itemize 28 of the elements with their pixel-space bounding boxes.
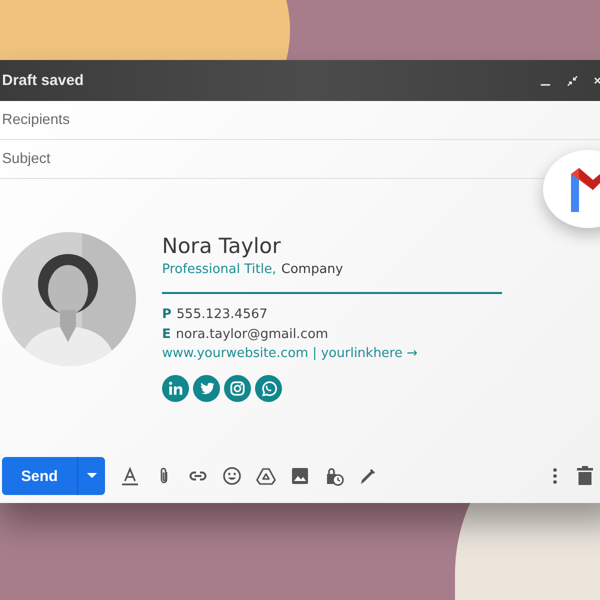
contact-value: nora.taylor@gmail.com (176, 326, 328, 344)
text-format-icon[interactable] (120, 466, 140, 486)
input-field[interactable]: Recipients (0, 101, 530, 139)
input-field[interactable]: Subject (0, 140, 530, 178)
contact-label: P (162, 306, 172, 324)
lock-clock-icon[interactable] (324, 466, 344, 486)
caret-icon (86, 473, 96, 479)
image-icon[interactable] (290, 466, 310, 486)
website-link[interactable]: www.yourwebsite.com | yourlinkhere → (162, 344, 502, 364)
more-options-icon[interactable] (553, 467, 557, 485)
job-title: Professional Title, (162, 262, 276, 277)
exit-fullscreen-icon[interactable] (566, 74, 578, 88)
contact-value: 555.123.4567 (176, 306, 268, 324)
pen-icon[interactable] (358, 466, 378, 486)
envelope-logo-icon (571, 166, 600, 212)
bird-icon[interactable] (193, 375, 220, 402)
signature-name: Nora Taylor (162, 234, 282, 258)
drive-icon[interactable] (256, 466, 276, 486)
send-options-button[interactable] (78, 457, 105, 495)
chat-phone-icon[interactable] (255, 375, 282, 402)
camera-icon[interactable] (224, 375, 251, 402)
trash-icon[interactable] (577, 466, 593, 486)
company-name: Company (281, 262, 344, 277)
smiley-icon[interactable] (222, 466, 242, 486)
window-title: Draft saved (2, 72, 84, 89)
send-button[interactable]: Send (2, 457, 78, 495)
linkedin-icon[interactable] (162, 375, 189, 402)
contact-label: E (162, 326, 171, 344)
